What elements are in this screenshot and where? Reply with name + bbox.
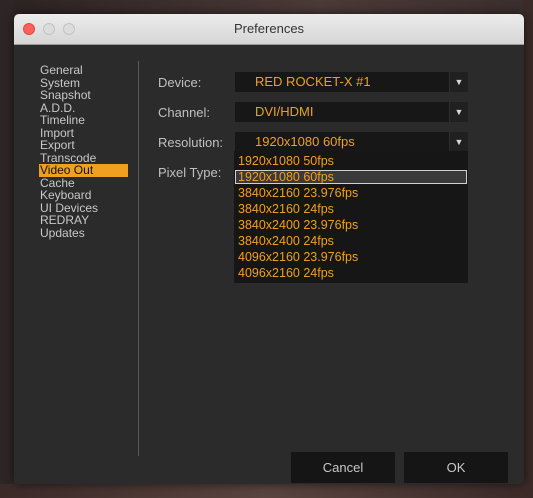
chevron-down-icon[interactable]: ▼ [449,132,468,152]
channel-select[interactable]: DVI/HDMI ▼ [235,102,468,122]
window-title: Preferences [233,21,305,36]
resolution-option[interactable]: 3840x2400 23.976fps [235,218,467,232]
sidebar-item-timeline[interactable]: Timeline [39,114,128,127]
sidebar-item-redray[interactable]: REDRAY [39,214,128,227]
sidebar-item-updates[interactable]: Updates [39,226,128,240]
sidebar-divider [138,61,139,456]
desktop-background-bottom [0,484,533,498]
title-bar: Preferences [14,14,524,45]
cancel-button[interactable]: Cancel [291,452,395,483]
desktop-background-left [0,0,14,498]
resolution-option-selected[interactable]: 1920x1080 60fps [235,170,467,184]
resolution-label: Resolution: [158,135,224,150]
sidebar-item-video-out[interactable]: Video Out [39,164,128,177]
chevron-down-icon[interactable]: ▼ [449,102,468,122]
sidebar-item-export[interactable]: Export [39,139,128,152]
desktop-background-top [0,0,533,14]
pixel-type-label: Pixel Type: [158,165,222,180]
sidebar-item-keyboard[interactable]: Keyboard [39,189,128,202]
channel-value: DVI/HDMI [255,104,314,119]
resolution-option[interactable]: 4096x2160 24fps [235,266,467,280]
resolution-option[interactable]: 3840x2160 23.976fps [235,186,467,200]
resolution-option[interactable]: 4096x2160 23.976fps [235,250,467,264]
resolution-value: 1920x1080 60fps [255,134,355,149]
sidebar-item-general[interactable]: General [39,64,128,77]
sidebar-item-snapshot[interactable]: Snapshot [39,89,128,102]
desktop-background-right [523,0,533,498]
preferences-window: Preferences General System Snapshot A.D.… [14,14,524,484]
channel-label: Channel: [158,105,211,120]
resolution-select[interactable]: 1920x1080 60fps ▼ [235,132,468,152]
ok-button[interactable]: OK [404,452,508,483]
device-value: RED ROCKET-X #1 [255,74,371,89]
resolution-option[interactable]: 3840x2400 24fps [235,234,467,248]
resolution-dropdown-list: 1920x1080 50fps 1920x1080 60fps 3840x216… [234,151,468,283]
device-select[interactable]: RED ROCKET-X #1 ▼ [235,72,468,92]
resolution-option[interactable]: 3840x2160 24fps [235,202,467,216]
resolution-option[interactable]: 1920x1080 50fps [235,154,467,168]
device-label: Device: [158,75,202,90]
chevron-down-icon[interactable]: ▼ [449,72,468,92]
preferences-sidebar: General System Snapshot A.D.D. Timeline … [39,64,139,239]
